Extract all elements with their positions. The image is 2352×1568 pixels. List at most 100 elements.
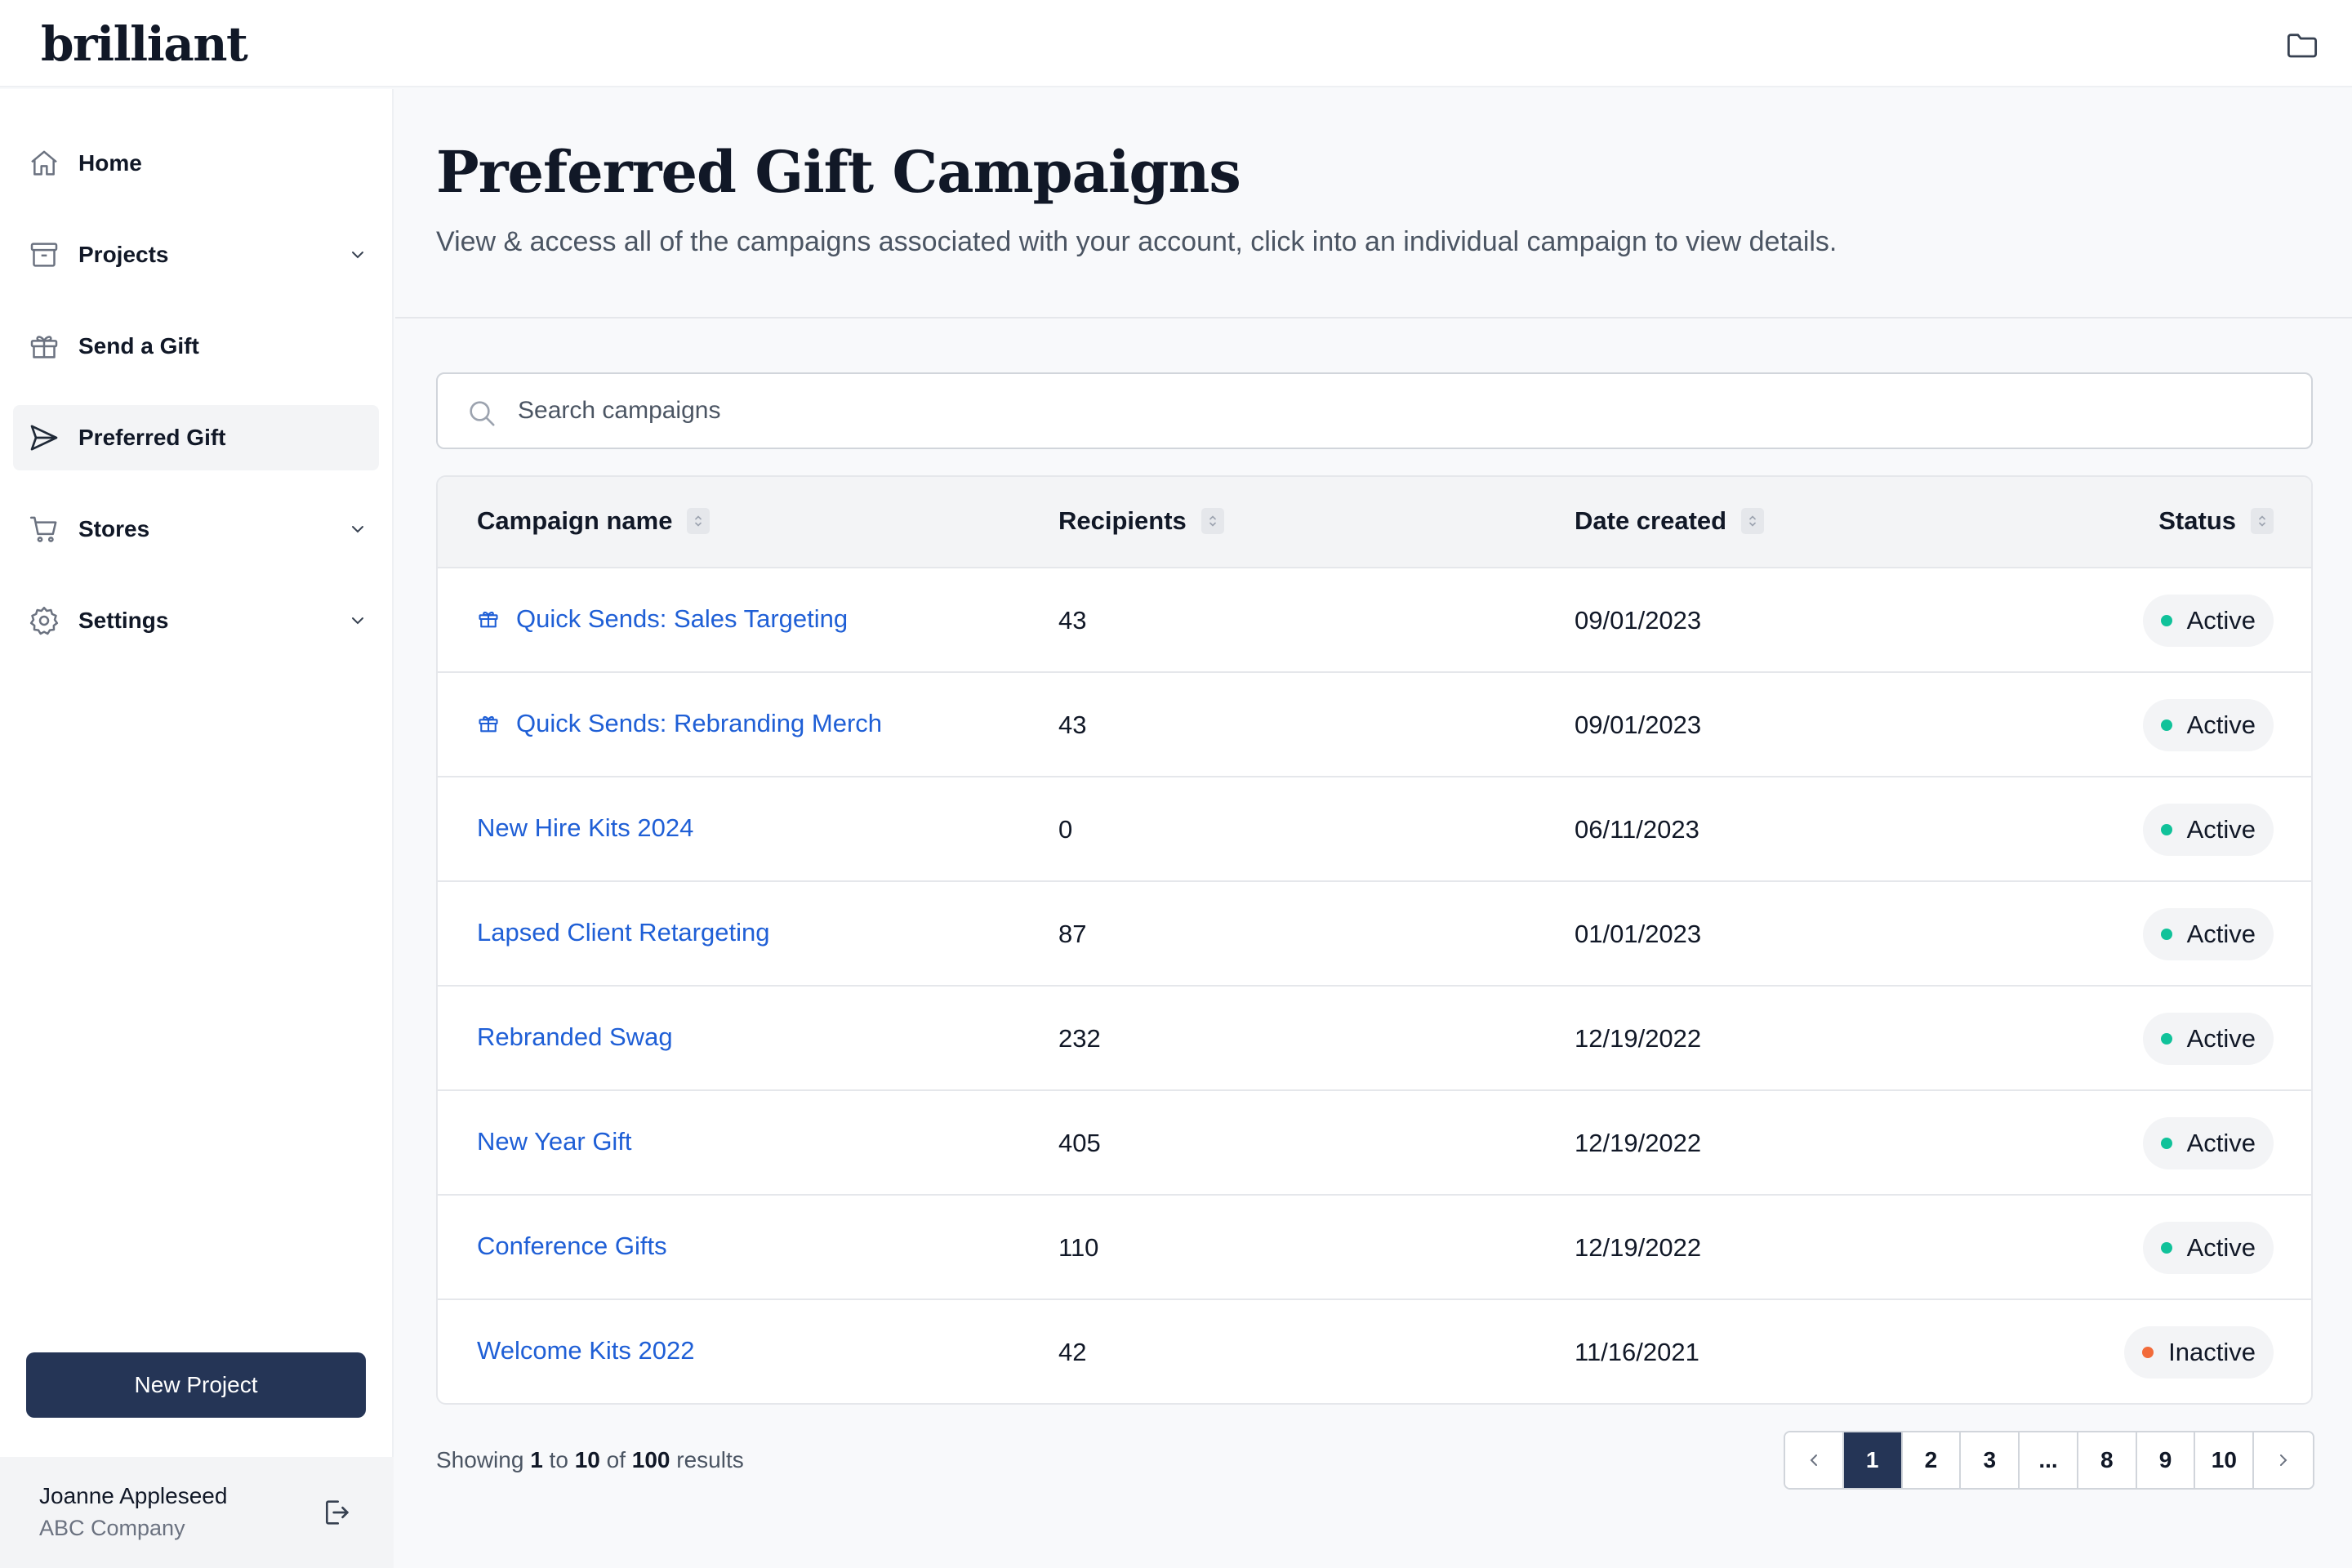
campaign-name: Lapsed Client Retargeting xyxy=(477,918,770,947)
status-dot xyxy=(2142,1347,2154,1358)
status-label: Active xyxy=(2186,815,2256,844)
page-button-2[interactable]: 2 xyxy=(1902,1432,1962,1488)
search-input[interactable] xyxy=(518,382,2282,439)
sidebar-item-stores[interactable]: Stores xyxy=(13,497,379,562)
date-created: 12/19/2022 xyxy=(1575,1024,1702,1053)
search-box xyxy=(436,372,2313,449)
campaign-link[interactable]: New Year Gift xyxy=(477,1127,632,1156)
column-header-campaign-name[interactable]: Campaign name xyxy=(477,506,710,536)
table-row[interactable]: Lapsed Client Retargeting 87 01/01/2023 … xyxy=(438,882,2311,987)
sidebar-item-label: Send a Gift xyxy=(78,333,199,359)
campaign-link[interactable]: New Hire Kits 2024 xyxy=(477,813,693,843)
status-dot xyxy=(2160,1242,2172,1254)
campaign-name: Quick Sends: Rebranding Merch xyxy=(516,709,883,737)
folder-icon[interactable] xyxy=(2285,28,2319,62)
campaign-link[interactable]: Quick Sends: Rebranding Merch xyxy=(477,709,882,738)
results-summary: Showing 1 to 10 of 100 results xyxy=(436,1447,744,1473)
date-created: 12/19/2022 xyxy=(1575,1233,1702,1262)
recipients-count: 87 xyxy=(1058,920,1087,948)
table-row[interactable]: New Year Gift 405 12/19/2022 Active xyxy=(438,1091,2311,1196)
page-button-10[interactable]: 10 xyxy=(2195,1432,2255,1488)
column-header-recipients[interactable]: Recipients xyxy=(1058,506,1224,536)
prev-page-button[interactable] xyxy=(1785,1432,1844,1488)
sort-icon[interactable] xyxy=(2251,508,2274,534)
sidebar: Home Projects Send a Gift Preferred Gift… xyxy=(0,89,394,1568)
table-row[interactable]: New Hire Kits 2024 0 06/11/2023 Active xyxy=(438,777,2311,882)
user-name: Joanne Appleseed xyxy=(39,1483,228,1508)
date-created: 11/16/2021 xyxy=(1575,1338,1699,1366)
recipients-count: 110 xyxy=(1058,1233,1099,1262)
page-button-9[interactable]: 9 xyxy=(2136,1432,2196,1488)
status-badge: Inactive xyxy=(2124,1326,2274,1379)
chevron-down-icon[interactable] xyxy=(348,611,368,630)
shopping-cart-icon xyxy=(28,513,60,546)
chevron-down-icon[interactable] xyxy=(348,245,368,265)
table-row[interactable]: Quick Sends: Rebranding Merch 43 09/01/2… xyxy=(438,673,2311,777)
status-label: Active xyxy=(2186,1129,2256,1157)
date-created: 12/19/2022 xyxy=(1575,1129,1702,1157)
table-row[interactable]: Conference Gifts 110 12/19/2022 Active xyxy=(438,1196,2311,1300)
campaign-name: Quick Sends: Sales Targeting xyxy=(516,604,849,633)
column-header-label: Campaign name xyxy=(477,506,673,535)
sidebar-item-settings[interactable]: Settings xyxy=(13,588,379,653)
results-total: 100 xyxy=(631,1447,670,1472)
chevron-down-icon[interactable] xyxy=(348,519,368,539)
sidebar-item-preferred-gift[interactable]: Preferred Gift xyxy=(13,405,379,470)
column-header-status[interactable]: Status xyxy=(2158,506,2274,536)
brand-logo[interactable]: brilliant xyxy=(41,16,248,72)
status-badge: Active xyxy=(2142,1222,2274,1274)
column-header-label: Recipients xyxy=(1058,506,1187,535)
campaign-link[interactable]: Conference Gifts xyxy=(477,1232,667,1261)
page-button-1[interactable]: 1 xyxy=(1843,1432,1903,1488)
campaign-name: New Hire Kits 2024 xyxy=(477,813,694,842)
campaign-link[interactable]: Lapsed Client Retargeting xyxy=(477,918,769,947)
recipients-count: 405 xyxy=(1058,1129,1101,1157)
date-created: 09/01/2023 xyxy=(1575,606,1702,635)
status-label: Inactive xyxy=(2168,1338,2256,1366)
sidebar-item-send-a-gift[interactable]: Send a Gift xyxy=(13,314,379,379)
search-icon xyxy=(466,397,498,430)
status-dot xyxy=(2160,824,2172,835)
campaigns-table: Campaign name Recipients Date created St… xyxy=(436,475,2313,1405)
status-label: Active xyxy=(2186,710,2256,739)
new-project-button[interactable]: New Project xyxy=(26,1352,366,1418)
gear-icon xyxy=(28,604,60,637)
paper-plane-icon xyxy=(28,421,60,454)
sort-icon[interactable] xyxy=(1200,508,1224,534)
sort-icon[interactable] xyxy=(687,508,710,534)
page-header: Preferred Gift Campaigns View & access a… xyxy=(395,89,2352,318)
results-text: results xyxy=(676,1447,744,1472)
status-badge: Active xyxy=(2142,595,2274,647)
table-row[interactable]: Quick Sends: Sales Targeting 43 09/01/20… xyxy=(438,568,2311,673)
status-badge: Active xyxy=(2142,908,2274,960)
sidebar-item-home[interactable]: Home xyxy=(13,131,379,196)
status-badge: Active xyxy=(2142,1117,2274,1169)
logout-icon[interactable] xyxy=(320,1496,353,1529)
sort-icon[interactable] xyxy=(1741,508,1765,534)
campaign-link[interactable]: Quick Sends: Sales Targeting xyxy=(477,604,848,634)
column-header-label: Status xyxy=(2158,506,2236,535)
column-header-date-created[interactable]: Date created xyxy=(1575,506,1765,536)
page-title: Preferred Gift Campaigns xyxy=(436,138,1241,206)
recipients-count: 43 xyxy=(1058,606,1087,635)
next-page-button[interactable] xyxy=(2254,1432,2313,1488)
campaign-link[interactable]: Welcome Kits 2022 xyxy=(477,1336,695,1365)
campaign-link[interactable]: Rebranded Swag xyxy=(477,1022,673,1052)
status-dot xyxy=(2160,615,2172,626)
results-from: 1 xyxy=(530,1447,543,1472)
gift-icon xyxy=(477,712,500,735)
campaign-name: Conference Gifts xyxy=(477,1232,667,1260)
status-label: Active xyxy=(2186,1233,2256,1262)
pagination: 1 2 3 ... 8 9 10 xyxy=(1784,1431,2314,1490)
page-button-3[interactable]: 3 xyxy=(1961,1432,2020,1488)
sidebar-item-label: Settings xyxy=(78,608,169,633)
table-row[interactable]: Welcome Kits 2022 42 11/16/2021 Inactive xyxy=(438,1300,2311,1403)
recipients-count: 0 xyxy=(1058,815,1073,844)
sidebar-item-projects[interactable]: Projects xyxy=(13,222,379,287)
status-badge: Active xyxy=(2142,1013,2274,1065)
user-company: ABC Company xyxy=(39,1516,185,1540)
table-row[interactable]: Rebranded Swag 232 12/19/2022 Active xyxy=(438,987,2311,1091)
archive-box-icon xyxy=(28,238,60,271)
results-to: 10 xyxy=(574,1447,600,1472)
page-button-8[interactable]: 8 xyxy=(2078,1432,2137,1488)
